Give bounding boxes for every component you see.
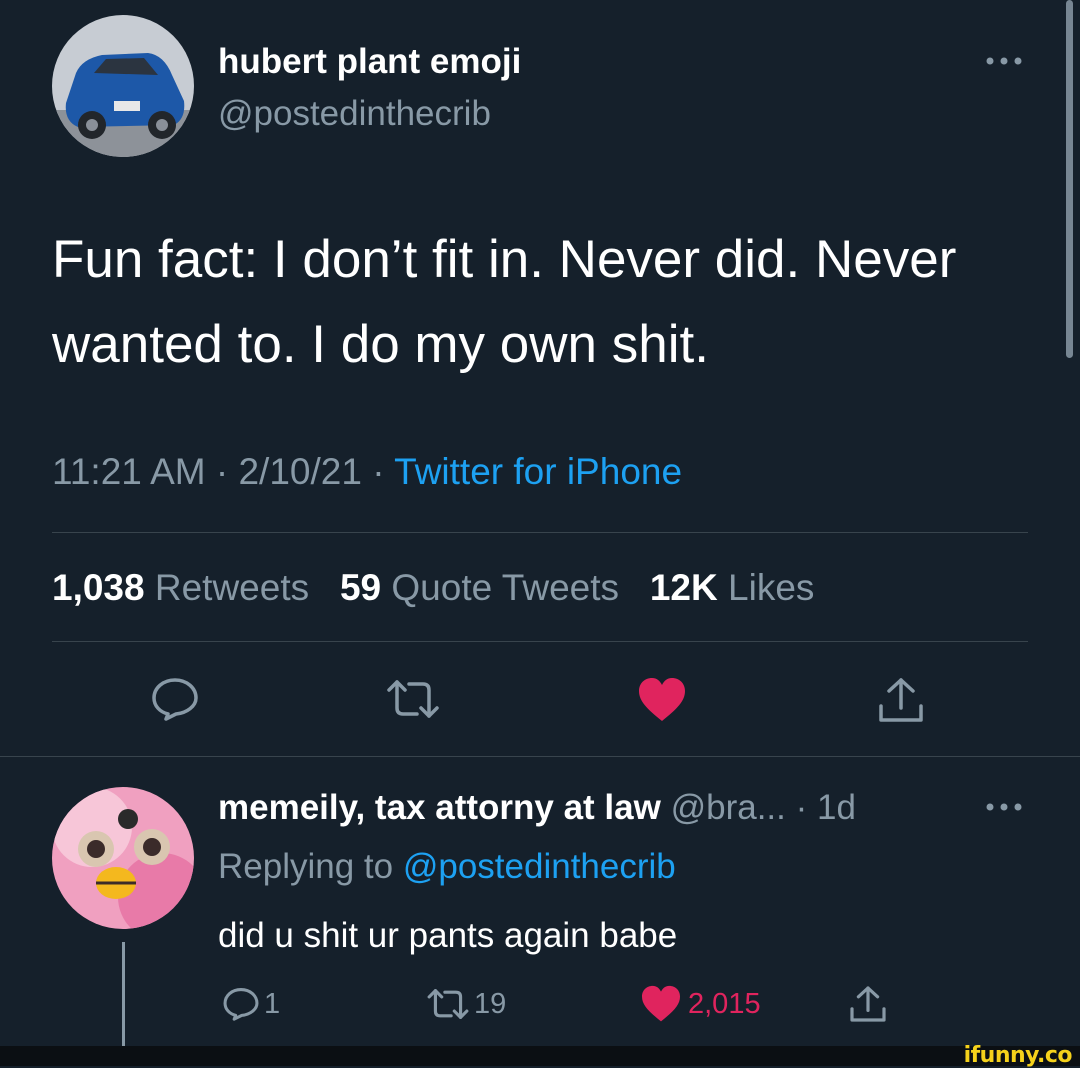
reply-like-action[interactable]: 2,015: [640, 984, 761, 1024]
author-display-name[interactable]: hubert plant emoji: [218, 40, 521, 84]
author-handle[interactable]: @postedinthecrib: [218, 92, 491, 136]
tweet-text-line-2: wanted to. I do my own shit.: [52, 315, 709, 374]
thread-line: [122, 942, 125, 1046]
retweet-icon: [426, 987, 470, 1021]
retweets-stat[interactable]: 1,038 Retweets: [52, 567, 309, 608]
reply-handle-time[interactable]: @bra... · 1d: [671, 788, 856, 827]
tweet-metadata: 11:21 AM · 2/10/21 · Twitter for iPhone: [52, 450, 682, 494]
retweets-label: Retweets: [154, 567, 310, 608]
tweet-stats: 1,038 Retweets 59 Quote Tweets 12K Likes: [52, 566, 814, 610]
heart-icon: [640, 985, 682, 1023]
reply-icon[interactable]: [150, 676, 200, 722]
tweet-source-link[interactable]: Twitter for iPhone: [394, 451, 682, 492]
replying-to-handle[interactable]: @postedinthecrib: [403, 847, 676, 886]
reply-retweet-action[interactable]: 19: [426, 984, 506, 1024]
share-icon[interactable]: [848, 984, 888, 1024]
reply-author-display-name[interactable]: memeily, tax attorny at law: [218, 788, 661, 827]
quotes-label: Quote Tweets: [391, 567, 620, 608]
likes-count: 12K: [649, 567, 718, 608]
author-avatar[interactable]: [52, 15, 194, 157]
reply-icon: [222, 986, 260, 1022]
scrollbar[interactable]: [1066, 0, 1073, 358]
watermark-logo: ifunny.co: [963, 1043, 1073, 1068]
reply-reply-count: 1: [264, 987, 281, 1020]
quotes-stat[interactable]: 59 Quote Tweets: [340, 567, 619, 608]
reply-author-avatar[interactable]: [52, 787, 194, 929]
replying-to: Replying to @postedinthecrib: [218, 845, 676, 889]
reply-like-count: 2,015: [688, 987, 761, 1020]
heart-icon[interactable]: [637, 677, 687, 723]
reply-text: did u shit ur pants again babe: [218, 916, 678, 955]
divider: [52, 641, 1028, 642]
more-icon[interactable]: [984, 802, 1024, 812]
quotes-count: 59: [339, 567, 382, 608]
reply-reply-action[interactable]: 1: [222, 984, 280, 1024]
replying-to-label: Replying to: [218, 847, 394, 886]
reply-retweet-count: 19: [474, 987, 507, 1020]
tweet-timestamp[interactable]: 11:21 AM · 2/10/21 ·: [52, 451, 385, 492]
likes-stat[interactable]: 12K Likes: [650, 567, 815, 608]
divider: [0, 756, 1080, 757]
more-icon[interactable]: [984, 56, 1024, 66]
retweets-count: 1,038: [52, 567, 145, 608]
tweet-text-line-1: Fun fact: I don’t fit in. Never did. Nev…: [52, 230, 957, 289]
divider: [52, 532, 1028, 533]
retweet-icon[interactable]: [385, 678, 441, 720]
share-icon[interactable]: [876, 676, 926, 724]
likes-label: Likes: [728, 567, 815, 608]
reply-header: memeily, tax attorny at law @bra... · 1d: [218, 786, 856, 830]
watermark-bar: [0, 1046, 1080, 1066]
